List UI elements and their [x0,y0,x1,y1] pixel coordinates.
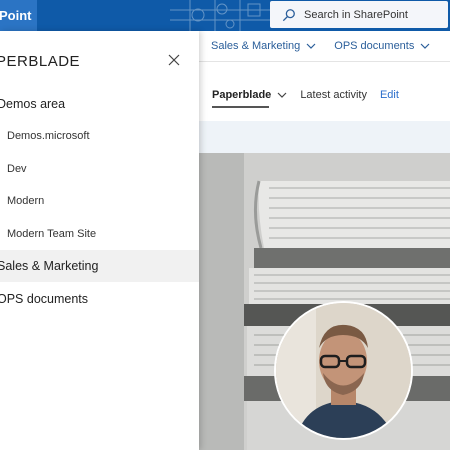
presenter-webcam [276,303,411,438]
nav-item-demos-area[interactable]: Demos area [0,88,199,120]
hub-nav-ops-documents[interactable]: OPS documents [334,40,430,52]
chevron-down-icon [420,43,430,49]
navigation-panel: PERBLADE Demos area Demos.microsoft Dev … [0,31,199,450]
hub-nav-label: Sales & Marketing [211,40,301,52]
nav-item-label: Modern [7,195,45,207]
header-pattern-decoration [170,0,280,31]
app-brand[interactable]: Point [0,0,37,31]
hub-nav-sales-marketing[interactable]: Sales & Marketing [211,40,316,52]
nav-item-demos-microsoft[interactable]: Demos.microsoft [0,120,199,152]
close-icon[interactable] [168,54,180,66]
panel-title: PERBLADE [0,53,81,70]
site-nav-label: Paperblade [212,89,272,101]
suite-bar: Point Search in SharePoint [0,0,450,31]
nav-item-dev[interactable]: Dev [0,153,199,185]
nav-item-ops-documents[interactable]: OPS documents [0,283,199,315]
site-navigation: Paperblade Latest activity Edit [199,71,450,119]
site-nav-label: Edit [379,89,399,101]
chevron-down-icon [277,92,287,98]
nav-item-modern-team-site[interactable]: Modern Team Site [0,218,199,250]
presenter-avatar [276,303,411,438]
nav-item-label: Demos area [0,97,66,111]
chevron-down-icon [306,43,316,49]
site-nav-label: Latest activity [300,89,367,101]
hub-navigation: Sales & Marketing OPS documents [199,31,450,62]
site-nav-paperblade[interactable]: Paperblade [212,89,287,108]
search-box[interactable]: Search in SharePoint [270,1,448,28]
page-header-band [199,121,450,153]
nav-item-label: Sales & Marketing [0,259,99,273]
nav-item-sales-marketing[interactable]: Sales & Marketing [0,250,199,282]
nav-item-label: Demos.microsoft [7,130,90,142]
search-placeholder: Search in SharePoint [304,8,408,21]
nav-item-label: Modern Team Site [7,228,97,240]
nav-item-modern[interactable]: Modern [0,185,199,217]
site-nav-latest-activity[interactable]: Latest activity [300,89,367,101]
hub-nav-label: OPS documents [334,40,415,52]
site-nav-edit-link[interactable]: Edit [380,89,399,101]
nav-item-label: OPS documents [0,292,89,306]
search-icon [282,8,295,21]
nav-item-label: Dev [7,163,27,175]
app-name: Point [0,8,32,23]
